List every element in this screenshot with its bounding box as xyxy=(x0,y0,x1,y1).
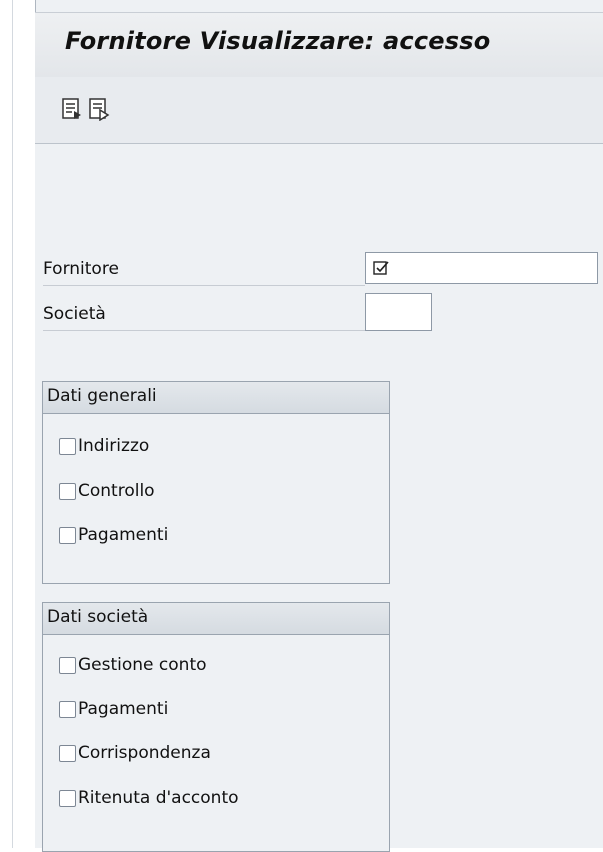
fornitore-input[interactable] xyxy=(365,252,598,284)
option-pagamenti[interactable]: Pagamenti xyxy=(59,696,168,722)
option-ritenuta-acconto[interactable]: Ritenuta d'acconto xyxy=(59,785,239,811)
group-dati-generali: Dati generali Indirizzo Controllo Pagame… xyxy=(42,381,390,584)
checkbox-label: Gestione conto xyxy=(78,655,207,675)
group-title: Dati generali xyxy=(43,382,389,414)
checkbox-label: Ritenuta d'acconto xyxy=(78,788,239,808)
option-controllo[interactable]: Controllo xyxy=(59,478,155,504)
checkbox[interactable] xyxy=(59,482,76,500)
group-title: Dati società xyxy=(43,603,389,635)
option-pagamenti[interactable]: Pagamenti xyxy=(59,522,168,548)
title-bar: Fornitore Visualizzare: accesso xyxy=(35,12,603,78)
checkbox-label: Controllo xyxy=(78,481,155,501)
group-dati-societa: Dati società Gestione conto Pagamenti Co… xyxy=(42,602,390,852)
document-list-icon[interactable] xyxy=(61,97,83,121)
societa-input[interactable] xyxy=(365,293,432,331)
option-indirizzo[interactable]: Indirizzo xyxy=(59,433,149,459)
checkbox-label: Pagamenti xyxy=(78,525,169,545)
page-title: Fornitore Visualizzare: accesso xyxy=(65,27,491,55)
row-divider xyxy=(43,330,365,331)
checkbox-label: Pagamenti xyxy=(78,699,169,719)
checkbox[interactable] xyxy=(59,656,76,674)
checkbox[interactable] xyxy=(59,700,76,718)
checkbox-label: Corrispondenza xyxy=(78,743,211,763)
option-gestione-conto[interactable]: Gestione conto xyxy=(59,652,207,678)
application-toolbar xyxy=(35,77,603,144)
checkbox-search-help-icon[interactable] xyxy=(373,260,389,280)
checkbox-label: Indirizzo xyxy=(78,436,150,456)
checkbox[interactable] xyxy=(59,744,76,762)
document-display-icon[interactable] xyxy=(88,97,110,121)
checkbox[interactable] xyxy=(59,437,76,455)
row-divider xyxy=(43,285,365,286)
checkbox[interactable] xyxy=(59,526,76,544)
fornitore-label: Fornitore xyxy=(43,259,119,279)
window-left-border xyxy=(0,0,13,848)
checkbox[interactable] xyxy=(59,789,76,807)
societa-label: Società xyxy=(43,304,106,324)
option-corrispondenza[interactable]: Corrispondenza xyxy=(59,740,211,766)
